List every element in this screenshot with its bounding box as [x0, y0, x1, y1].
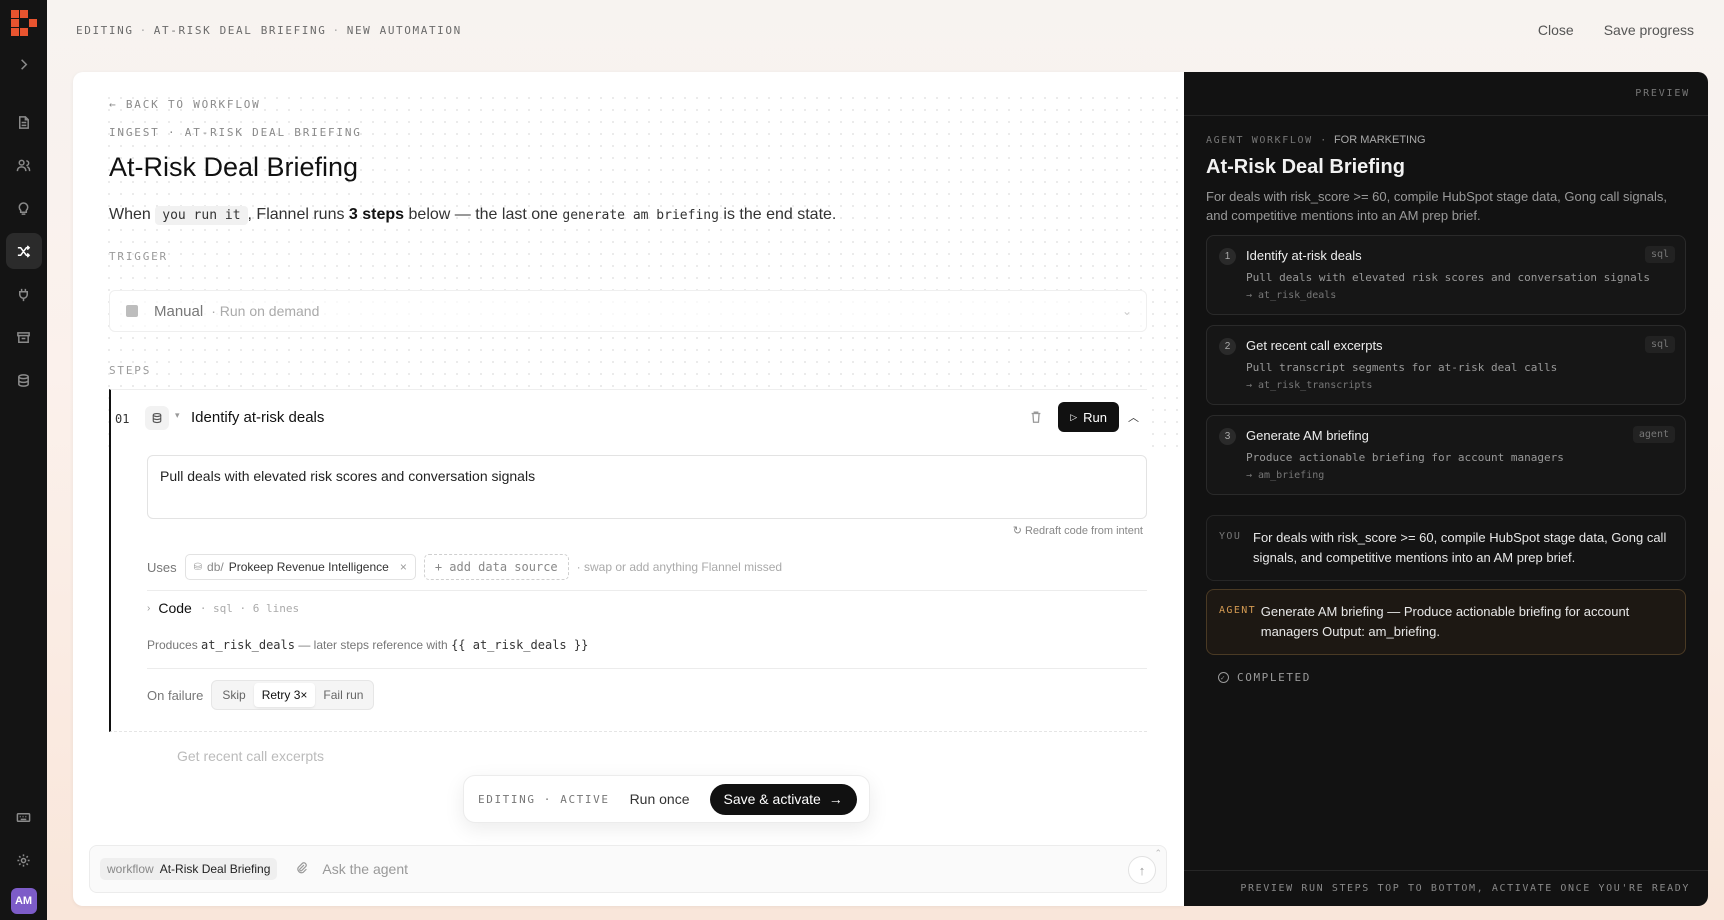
- refresh-icon: ↻: [1012, 525, 1022, 537]
- expand-chevron-icon[interactable]: [6, 46, 42, 82]
- step-title[interactable]: Identify at-risk deals: [191, 409, 324, 426]
- workflow-icon[interactable]: [5, 233, 42, 269]
- trigger-select[interactable]: Manual · Run on demand ⌄: [109, 290, 1147, 332]
- preview-header: PREVIEW: [1184, 72, 1708, 116]
- uses-row: Uses ⛁ db/ Prokeep Revenue Intelligence …: [147, 554, 782, 580]
- lightbulb-icon[interactable]: [6, 190, 42, 226]
- steps-section-label: STEPS: [109, 364, 152, 377]
- workflow-context-chip[interactable]: workflow At-Risk Deal Briefing: [100, 858, 278, 880]
- database-icon[interactable]: [6, 362, 42, 398]
- preview-description: For deals with risk_score >= 60, compile…: [1206, 189, 1668, 223]
- breadcrumb-item: AT-RISK DEAL BRIEFING: [153, 24, 327, 37]
- preview-panel: PREVIEW AGENT WORKFLOW · FOR MARKETING At…: [1184, 72, 1708, 906]
- add-data-source-button[interactable]: + add data source: [423, 554, 569, 580]
- action-bar: EDITING · ACTIVE Run once Save & activat…: [463, 775, 870, 823]
- paperclip-icon[interactable]: [295, 861, 308, 877]
- step-kind-badge: sql: [1644, 246, 1675, 263]
- workflow-editor: ← BACK TO WORKFLOW INGEST · AT-RISK DEAL…: [73, 72, 1184, 906]
- chevron-right-icon: ›: [147, 602, 151, 614]
- run-status: ✓ COMPLETED: [1206, 671, 1686, 684]
- logo[interactable]: [10, 10, 37, 36]
- database-icon: [152, 412, 162, 424]
- code-toggle[interactable]: › Code · sql · 6 lines: [147, 600, 299, 616]
- collapse-chevron-icon[interactable]: ︿: [1128, 409, 1139, 425]
- editor-crumb: INGEST · AT-RISK DEAL BRIEFING: [109, 126, 362, 139]
- step-kind-badge: agent: [1632, 426, 1675, 443]
- failure-option-skip[interactable]: Skip: [214, 683, 253, 707]
- datasource-chip[interactable]: ⛁ db/ Prokeep Revenue Intelligence ×: [184, 554, 416, 580]
- run-step-button[interactable]: ▷ Run: [1058, 402, 1119, 432]
- editing-status: EDITING · ACTIVE: [478, 792, 610, 806]
- breadcrumb: EDITING · AT-RISK DEAL BRIEFING · NEW AUTOMA…: [76, 24, 462, 37]
- chat-message-agent: AGENT Generate AM briefing — Produce act…: [1206, 589, 1686, 655]
- failure-option-retry[interactable]: Retry 3×: [253, 683, 316, 707]
- produces-note: Produces at_risk_deals — later steps ref…: [147, 638, 589, 652]
- preview-body: AGENT WORKFLOW · FOR MARKETING At-Risk De…: [1206, 134, 1686, 684]
- preview-footer: PREVIEW RUN STEPS TOP TO BOTTOM, ACTIVAT…: [1184, 870, 1708, 906]
- breadcrumb-item: NEW AUTOMATION: [346, 24, 462, 37]
- left-rail: AM: [0, 0, 47, 920]
- save-activate-button[interactable]: Save & activate →: [709, 783, 857, 815]
- play-icon: ▷: [1070, 411, 1078, 422]
- on-failure-row: On failure Skip Retry 3× Fail run: [147, 680, 375, 710]
- gear-icon[interactable]: [6, 842, 42, 878]
- close-button[interactable]: Close: [1538, 22, 1574, 38]
- agent-chat-bar: workflow At-Risk Deal Briefing Ask the a…: [89, 845, 1167, 893]
- step-type-selector[interactable]: [145, 406, 169, 430]
- chat-message-user: YOU For deals with risk_score >= 60, com…: [1206, 515, 1686, 581]
- chevron-down-icon[interactable]: ▾: [175, 410, 180, 421]
- failure-segmented-control: Skip Retry 3× Fail run: [211, 680, 375, 710]
- divider: [147, 668, 1147, 669]
- step-kind-badge: sql: [1644, 336, 1675, 353]
- database-icon: ⛁: [193, 561, 203, 573]
- users-icon[interactable]: [6, 147, 42, 183]
- remove-datasource-icon[interactable]: ×: [400, 560, 407, 574]
- check-circle-icon: ✓: [1218, 672, 1229, 683]
- step-intent-input[interactable]: Pull deals with elevated risk scores and…: [147, 455, 1147, 519]
- next-step-title[interactable]: Get recent call excerpts: [177, 748, 324, 764]
- trigger-section-label: TRIGGER: [109, 250, 168, 263]
- save-progress-button[interactable]: Save progress: [1604, 22, 1694, 38]
- preview-step[interactable]: 2 Get recent call excerpts sql Pull tran…: [1206, 325, 1686, 405]
- preview-crumb: AGENT WORKFLOW · FOR MARKETING: [1206, 134, 1426, 146]
- trash-icon[interactable]: [1029, 410, 1043, 424]
- preview-step[interactable]: 3 Generate AM briefing agent Produce act…: [1206, 415, 1686, 495]
- chevron-up-icon[interactable]: ⌃: [1154, 848, 1162, 859]
- steps-count: 3 steps: [348, 206, 405, 223]
- document-icon[interactable]: [6, 104, 42, 140]
- step-number: 01: [115, 412, 130, 426]
- arrow-right-icon: →: [828, 791, 843, 807]
- rail-bottom: AM: [6, 792, 42, 914]
- keyboard-icon[interactable]: [6, 799, 42, 835]
- preview-title: At-Risk Deal Briefing: [1206, 156, 1405, 178]
- manual-trigger-icon: [126, 305, 138, 317]
- preview-step[interactable]: 1 Identify at-risk deals sql Pull deals …: [1206, 235, 1686, 315]
- breadcrumb-item: EDITING: [76, 24, 134, 37]
- step-card: 01 ▾ Identify at-risk deals ▷ Run ︿ Pull…: [109, 389, 1147, 732]
- send-arrow-icon[interactable]: ↑: [1128, 856, 1156, 884]
- avatar[interactable]: AM: [10, 888, 37, 914]
- end-state-chip: generate am briefing: [562, 208, 719, 223]
- top-actions: Close Save progress: [1538, 22, 1694, 38]
- redraft-code-button[interactable]: ↻ Redraft code from intent: [1013, 524, 1143, 537]
- ask-agent-input[interactable]: Ask the agent: [322, 861, 408, 877]
- run-once-button[interactable]: Run once: [630, 791, 690, 807]
- plug-icon[interactable]: [6, 276, 42, 312]
- failure-option-fail[interactable]: Fail run: [315, 683, 371, 707]
- archive-icon[interactable]: [6, 319, 42, 355]
- back-to-workflow-link[interactable]: ← BACK TO WORKFLOW: [109, 98, 261, 111]
- trigger-chip[interactable]: you run it: [155, 206, 248, 225]
- divider: [147, 590, 1147, 591]
- chevron-down-icon: ⌄: [1121, 304, 1132, 318]
- workflow-summary: When you run it, Flannel runs 3 steps be…: [109, 206, 837, 225]
- page-title: At-Risk Deal Briefing: [109, 152, 359, 182]
